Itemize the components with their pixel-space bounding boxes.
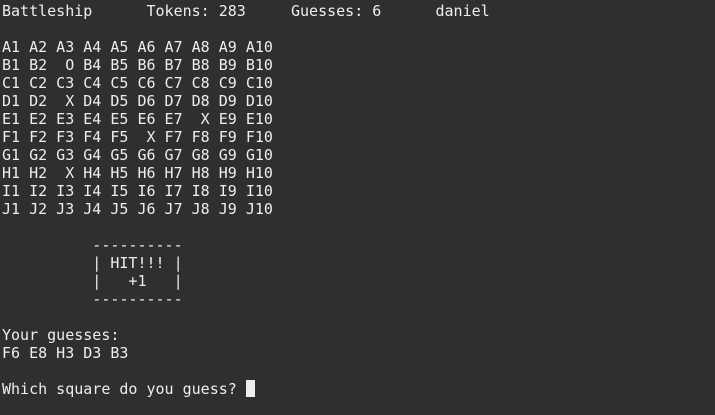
input-prompt: Which square do you guess?	[2, 380, 246, 398]
hit-banner-points: | +1 |	[2, 272, 183, 290]
status-line: Battleship Tokens: 283 Guesses: 6 daniel	[2, 2, 490, 20]
hit-banner: ---------- | HIT!!! | | +1 | ----------	[2, 236, 715, 308]
board-row-e: E1 E2 E3 E4 E5 E6 E7 X E9 E10	[2, 110, 273, 128]
board-row-f: F1 F2 F3 F4 F5 X F7 F8 F9 F10	[2, 128, 273, 146]
board-row-j: J1 J2 J3 J4 J5 J6 J7 J8 J9 J10	[2, 200, 273, 218]
hit-banner-message: | HIT!!! |	[2, 254, 183, 272]
board-grid: A1 A2 A3 A4 A5 A6 A7 A8 A9 A10 B1 B2 O B…	[2, 38, 715, 218]
board-row-c: C1 C2 C3 C4 C5 C6 C7 C8 C9 C10	[2, 74, 273, 92]
board-row-b: B1 B2 O B4 B5 B6 B7 B8 B9 B10	[2, 56, 273, 74]
board-row-a: A1 A2 A3 A4 A5 A6 A7 A8 A9 A10	[2, 38, 273, 56]
input-prompt-line[interactable]: Which square do you guess?	[2, 380, 715, 398]
board-row-g: G1 G2 G3 G4 G5 G6 G7 G8 G9 G10	[2, 146, 273, 164]
guesses-label: Your guesses:	[2, 326, 120, 344]
board-row-d: D1 D2 X D4 D5 D6 D7 D8 D9 D10	[2, 92, 273, 110]
board-row-h: H1 H2 X H4 H5 H6 H7 H8 H9 H10	[2, 164, 273, 182]
text-cursor[interactable]	[245, 380, 255, 397]
hit-banner-bottom-border: ----------	[2, 290, 183, 308]
hit-banner-top-border: ----------	[2, 236, 183, 254]
board-row-i: I1 I2 I3 I4 I5 I6 I7 I8 I9 I10	[2, 182, 273, 200]
terminal-window[interactable]: Battleship Tokens: 283 Guesses: 6 daniel…	[0, 2, 715, 415]
guesses-list: F6 E8 H3 D3 B3	[2, 344, 129, 362]
